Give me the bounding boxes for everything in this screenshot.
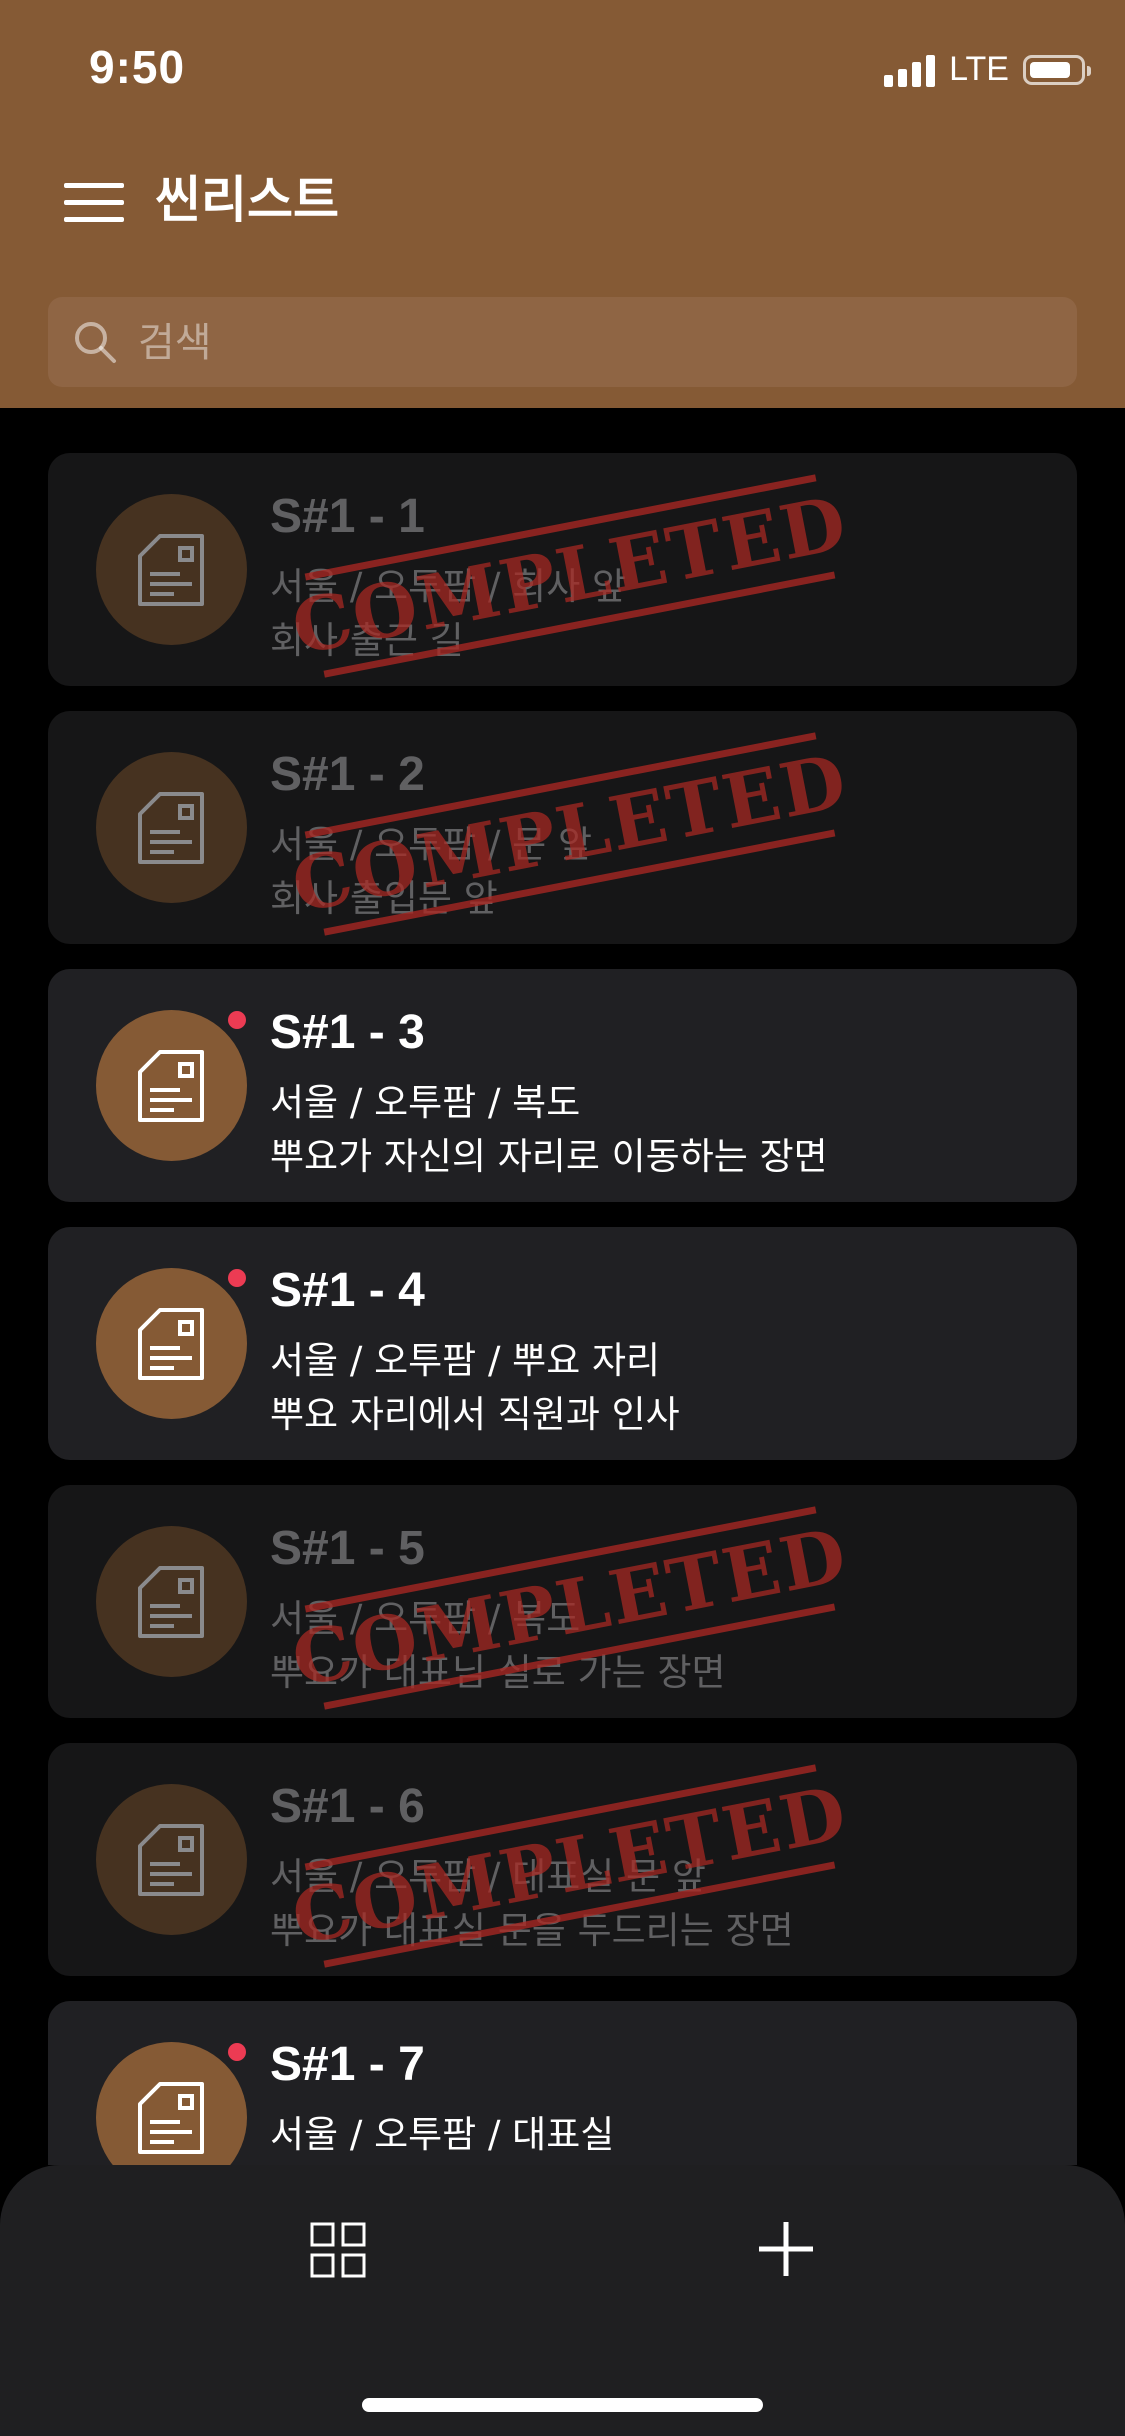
scene-document-icon (96, 494, 247, 645)
scene-document-icon (96, 2042, 247, 2165)
status-time: 9:50 (89, 41, 186, 93)
scene-card[interactable]: S#1 - 7 서울 / 오투팜 / 대표실 (48, 2001, 1077, 2165)
scene-number: S#1 - 4 (270, 1264, 425, 1317)
search-input[interactable] (136, 297, 1040, 389)
scene-number: S#1 - 3 (270, 1006, 425, 1059)
add-scene-icon[interactable] (757, 2220, 815, 2278)
unread-dot (228, 1269, 246, 1287)
scene-number: S#1 - 1 (270, 490, 425, 543)
scene-number: S#1 - 6 (270, 1780, 425, 1833)
network-label: LTE (949, 50, 1009, 88)
grid-view-icon[interactable] (310, 2222, 366, 2278)
search-bar[interactable] (48, 297, 1077, 389)
scene-card[interactable]: S#1 - 6 서울 / 오투팜 / 대표실 문 앞 뿌요가 대표실 문을 두드리는… (48, 1743, 1077, 1976)
scene-document-icon (96, 1526, 247, 1677)
scene-document-icon (96, 1268, 247, 1419)
status-indicators: LTE (884, 50, 1091, 89)
scene-number: S#1 - 5 (270, 1522, 425, 1575)
app-header: 9:50 LTE 씬리스트 (0, 0, 1125, 408)
scene-document-icon (96, 752, 247, 903)
search-icon (75, 322, 116, 363)
scene-document-icon (96, 1010, 247, 1161)
scene-number: S#1 - 7 (270, 2038, 425, 2091)
scene-card[interactable]: S#1 - 3 서울 / 오투팜 / 복도뿌요가 자신의 자리로 이동하는 장면 (48, 969, 1077, 1202)
scene-list: S#1 - 1 서울 / 오투팜 / 회사 앞 회사 출근 길 COMPLETED S#… (48, 453, 1077, 2165)
page-title: 씬리스트 (155, 171, 339, 229)
scene-card[interactable]: S#1 - 1 서울 / 오투팜 / 회사 앞 회사 출근 길 COMPLETED (48, 453, 1077, 686)
scene-location: 서울 / 오투팜 / 대표실 (270, 2113, 615, 2156)
scene-card[interactable]: S#1 - 4 서울 / 오투팜 / 뿌요 자리뿌요 자리에서 직원과 인사 (48, 1227, 1077, 1460)
scene-location: 서울 / 오투팜 / 복도 (270, 1081, 581, 1124)
battery-icon (1023, 54, 1091, 85)
scene-description: 뿌요 자리에서 직원과 인사 (270, 1393, 680, 1436)
scene-number: S#1 - 2 (270, 748, 425, 801)
scene-document-icon (96, 1784, 247, 1935)
bottom-toolbar (0, 2165, 1125, 2436)
scene-location: 서울 / 오투팜 / 뿌요 자리 (270, 1339, 661, 1382)
home-indicator (362, 2398, 763, 2412)
unread-dot (228, 1011, 246, 1029)
scene-description: 뿌요가 자신의 자리로 이동하는 장면 (270, 1135, 828, 1178)
signal-icon (884, 53, 936, 87)
scene-card[interactable]: S#1 - 5 서울 / 오투팜 / 복도 뿌요가 대표님 실로 가는 장면 COMP… (48, 1485, 1077, 1718)
scene-card[interactable]: S#1 - 2 서울 / 오투팜 / 문 앞 회사 출입문 앞 COMPLETED (48, 711, 1077, 944)
hamburger-menu-icon[interactable] (64, 183, 124, 223)
unread-dot (228, 2043, 246, 2061)
